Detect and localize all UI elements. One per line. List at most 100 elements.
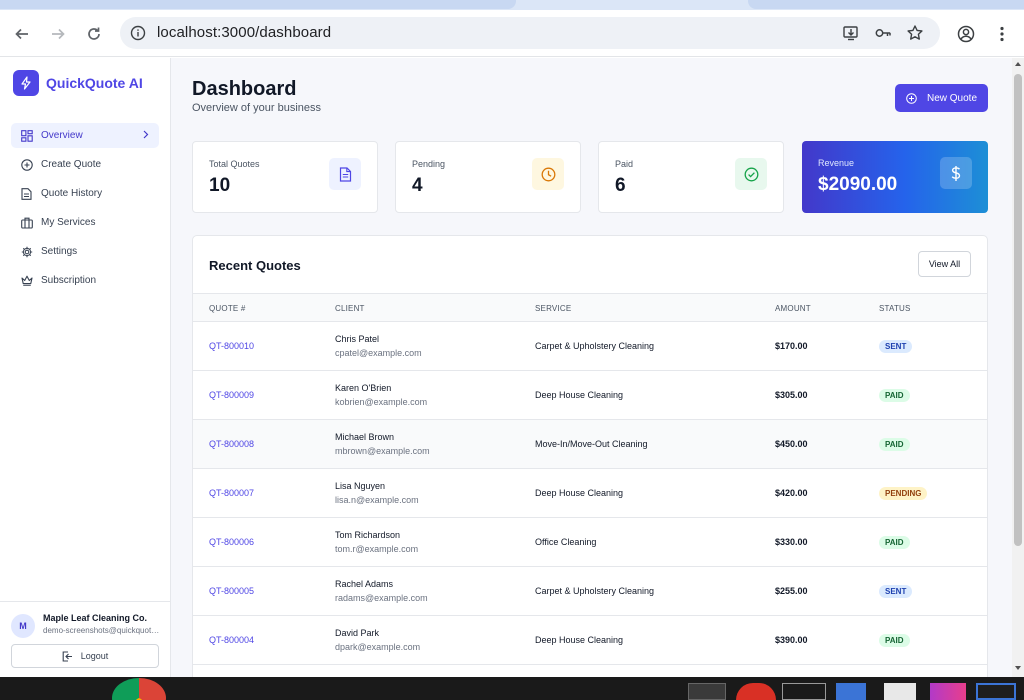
quote-number-link[interactable]: QT-800005 [209,586,254,596]
check-circle-icon [735,158,767,190]
reload-icon[interactable] [82,22,106,46]
column-header-status: STATUS [879,304,911,313]
quote-number-link[interactable]: QT-800007 [209,488,254,498]
client-email: lisa.n@example.com [335,495,419,505]
forward-icon[interactable] [46,22,70,46]
app-taskbar-icon[interactable] [930,683,966,700]
view-all-button[interactable]: View All [918,251,971,277]
avatar[interactable]: M [11,614,35,638]
table-row[interactable]: QT-800008 Michael Brown mbrown@example.c… [193,420,987,469]
files-taskbar-icon[interactable] [836,683,866,700]
quote-number-link[interactable]: QT-800006 [209,537,254,547]
sidebar-item-overview[interactable]: Overview [11,123,159,148]
window-taskbar-icon[interactable] [976,683,1016,700]
stat-card-total-quotes: Total Quotes 10 [192,141,378,213]
brand[interactable]: QuickQuote AI [13,70,143,96]
sidebar-item-label: Create Quote [41,159,102,170]
service-name: Carpet & Upholstery Cleaning [535,341,655,351]
lightning-icon [13,70,39,96]
column-header-client: CLIENT [335,304,365,313]
sidebar-item-my-services[interactable]: My Services [11,210,159,235]
site-info-icon[interactable] [129,24,147,42]
new-quote-label: New Quote [926,92,978,104]
page-title: Dashboard [192,78,297,100]
url-text[interactable]: localhost:3000/dashboard [157,24,331,41]
browser-tab[interactable] [748,0,1024,9]
browser-toolbar: localhost:3000/dashboard [0,10,1024,57]
scroll-down-arrow-icon[interactable] [1015,666,1021,670]
app-taskbar-icon[interactable] [736,683,776,700]
quote-number-link[interactable]: QT-800004 [209,635,254,645]
status-badge: SENT [879,585,913,598]
sidebar-item-settings[interactable]: Settings [11,239,159,264]
quote-number-link[interactable]: QT-800010 [209,341,254,351]
sidebar-item-label: Settings [41,246,78,257]
bookmark-star-icon[interactable] [906,24,924,42]
scrollbar-thumb[interactable] [1014,74,1022,546]
profile-icon[interactable] [956,24,976,44]
account-email: demo-screenshots@quickquote.ai [43,626,161,635]
table-row[interactable]: QT-800010 Chris Patel cpatel@example.com… [193,322,987,371]
service-name: Office Cleaning [535,537,597,547]
logout-icon [62,650,73,662]
logout-button[interactable]: Logout [11,644,159,668]
status-badge: PAID [879,389,910,402]
address-bar[interactable]: localhost:3000/dashboard [120,17,940,49]
quote-number-link[interactable]: QT-800009 [209,390,254,400]
client-name: Chris Patel [335,334,380,344]
install-app-icon[interactable] [842,24,860,42]
browser-tab[interactable] [0,0,516,9]
stat-card-paid: Paid 6 [598,141,784,213]
page-subtitle: Overview of your business [192,102,321,114]
page-scrollbar[interactable] [1012,58,1024,677]
briefcase-icon [20,216,33,229]
amount: $420.00 [775,488,808,498]
table-body: QT-800010 Chris Patel cpatel@example.com… [193,322,987,677]
service-name: Deep House Cleaning [535,390,624,400]
status-badge: PENDING [879,487,928,500]
stat-label: Revenue [818,158,855,168]
document-icon [20,187,33,200]
client-email: tom.r@example.com [335,544,419,554]
sidebar-item-subscription[interactable]: Subscription [11,268,159,293]
table-row[interactable]: QT-800007 Lisa Nguyen lisa.n@example.com… [193,469,987,518]
amount: $170.00 [775,341,808,351]
app-taskbar-icon[interactable] [782,683,826,700]
stat-card-pending: Pending 4 [395,141,581,213]
chevron-right-icon [143,130,149,142]
kebab-menu-icon[interactable] [992,24,1012,44]
stat-label: Pending [412,159,446,169]
back-icon[interactable] [10,22,34,46]
stat-label: Paid [615,159,634,169]
sidebar-item-create-quote[interactable]: Create Quote [11,152,159,177]
plus-circle-icon [20,158,33,171]
client-email: radams@example.com [335,593,428,603]
client-name: Tom Richardson [335,530,401,540]
column-header-quote: QUOTE # [209,304,246,313]
table-row[interactable]: QT-800005 Rachel Adams radams@example.co… [193,567,987,616]
client-name: David Park [335,628,380,638]
table-row[interactable] [193,665,987,677]
service-name: Move-In/Move-Out Cleaning [535,439,648,449]
sidebar-item-label: Quote History [41,188,103,199]
key-icon[interactable] [874,24,892,42]
status-badge: SENT [879,340,913,353]
dollar-icon [940,157,972,189]
service-name: Deep House Cleaning [535,635,624,645]
terminal-taskbar-icon[interactable] [688,683,726,700]
table-row[interactable]: QT-800004 David Park dpark@example.com D… [193,616,987,665]
scroll-up-arrow-icon[interactable] [1015,62,1021,66]
client-email: dpark@example.com [335,642,421,652]
stat-card-revenue: Revenue $2090.00 [802,141,988,213]
chrome-taskbar-icon[interactable] [112,678,166,700]
sidebar-item-quote-history[interactable]: Quote History [11,181,159,206]
sidebar-item-label: Overview [41,130,83,141]
table-row[interactable]: QT-800009 Karen O'Brien kobrien@example.… [193,371,987,420]
table-row[interactable]: QT-800006 Tom Richardson tom.r@example.c… [193,518,987,567]
sidebar-nav: Overview Create Quote Quote History My S… [11,123,159,297]
quote-number-link[interactable]: QT-800008 [209,439,254,449]
editor-taskbar-icon[interactable] [884,683,916,700]
amount: $305.00 [775,390,808,400]
status-badge: PAID [879,634,910,647]
new-quote-button[interactable]: New Quote [895,84,988,112]
